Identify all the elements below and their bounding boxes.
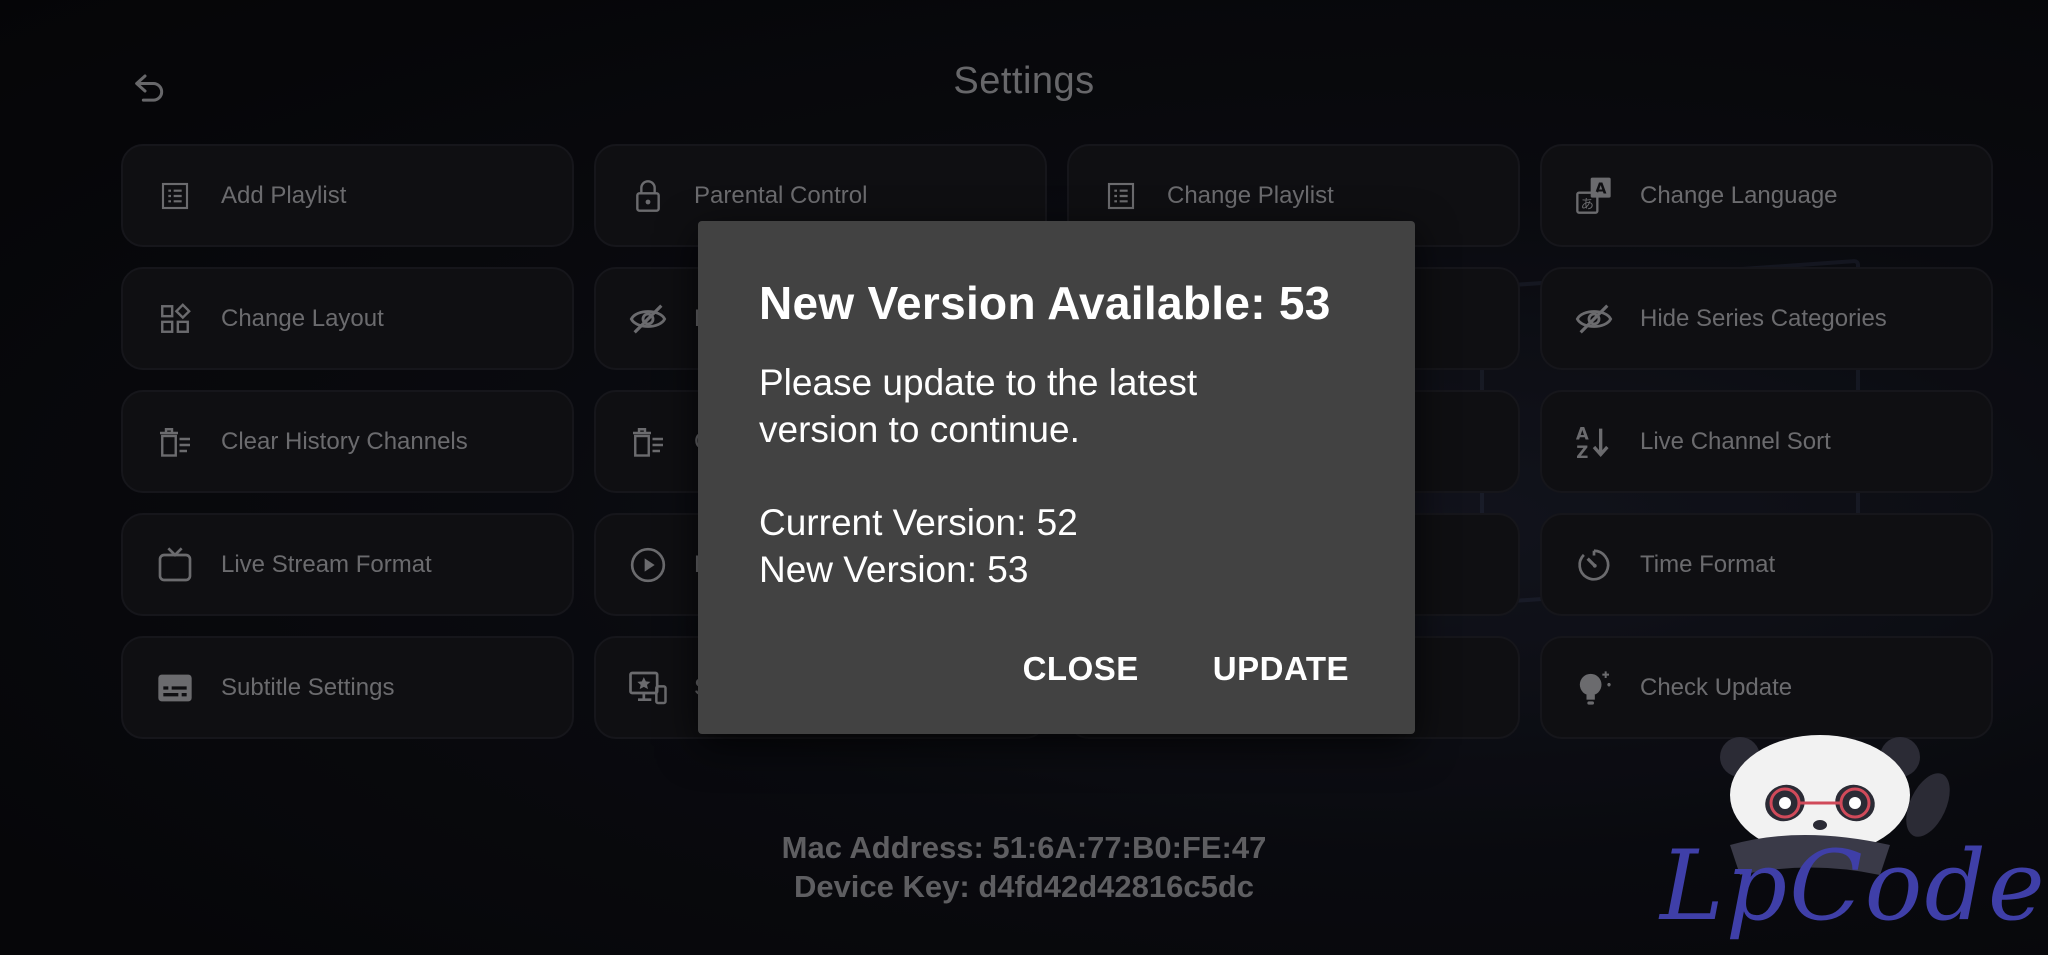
dialog-title: New Version Available: 53 [759,277,1331,329]
settings-screen: Settings Add Playlist Parental Control C… [0,0,2048,955]
watermark-text: LpCodes [1660,830,2048,942]
new-version: New Version: 53 [759,549,1029,590]
update-button[interactable]: UPDATE [1213,650,1349,688]
dialog-actions: CLOSE UPDATE [1023,650,1349,688]
close-button[interactable]: CLOSE [1023,650,1139,688]
update-dialog: New Version Available: 53 Please update … [698,221,1415,734]
current-version: Current Version: 52 [759,502,1078,543]
dialog-message: Please update to the latest version to c… [759,362,1198,450]
